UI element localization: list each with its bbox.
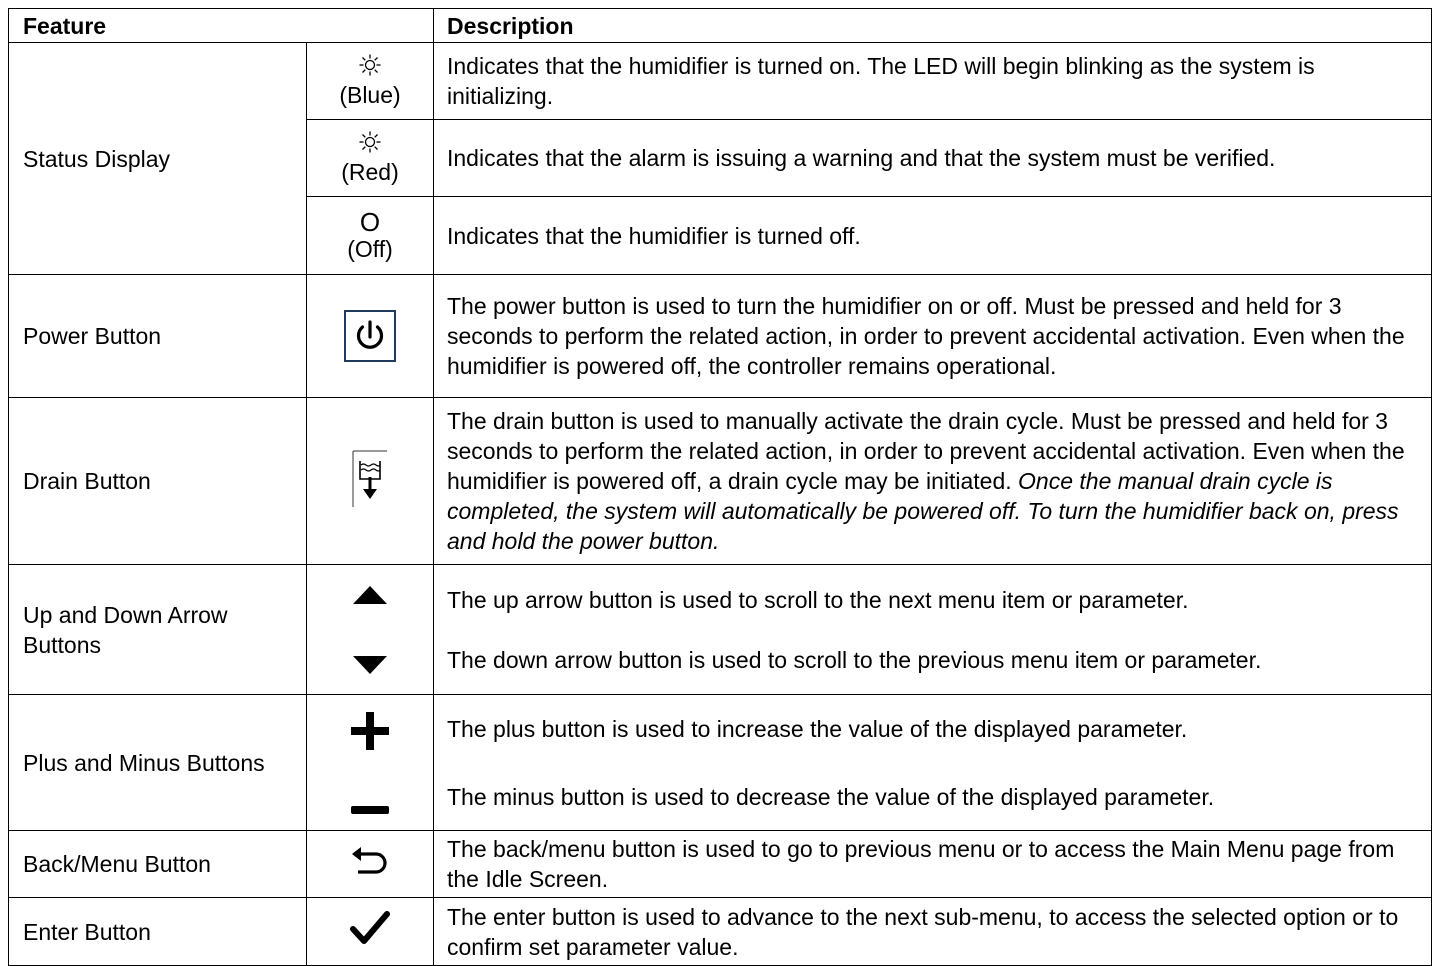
back-row: Back/Menu Button The back/menu button is… — [8, 830, 1432, 898]
minus-icon — [351, 805, 389, 814]
status-blue-cell: (Blue) — [306, 42, 434, 120]
back-icon-cell — [306, 830, 434, 898]
plus-icon — [351, 711, 389, 750]
status-red-cell: (Red) — [306, 119, 434, 197]
power-row: Power Button The power button is used to… — [8, 274, 1432, 398]
status-red-label: (Red) — [341, 158, 399, 185]
status-blue-label: (Blue) — [339, 81, 401, 108]
status-display-label: Status Display — [8, 42, 307, 275]
header-row: Feature Description — [8, 8, 1432, 43]
status-red-description: Indicates that the alarm is issuing a wa… — [433, 119, 1432, 197]
drain-icon-cell — [306, 397, 434, 565]
back-description: The back/menu button is used to go to pr… — [433, 830, 1432, 898]
status-off-label: (Off) — [347, 235, 393, 262]
status-off-cell: O (Off) — [306, 196, 434, 275]
power-description: The power button is used to turn the hum… — [433, 274, 1432, 398]
description-header: Description — [433, 8, 1432, 43]
arrows-label: Up and Down Arrow Buttons — [8, 564, 307, 695]
status-blue-description: Indicates that the humidifier is turned … — [433, 42, 1432, 120]
off-symbol: O — [359, 206, 381, 237]
status-off-description: Indicates that the humidifier is turned … — [433, 196, 1432, 275]
enter-button-label: Enter Button — [8, 897, 307, 966]
back-button-label: Back/Menu Button — [8, 830, 307, 898]
plusminus-label: Plus and Minus Buttons — [8, 694, 307, 831]
feature-table: Feature Description Status Display (Blue… — [8, 8, 1432, 966]
arrows-row: Up and Down Arrow Buttons The up arrow b… — [8, 564, 1432, 695]
minus-description: The minus button is used to decrease the… — [447, 783, 1215, 810]
enter-icon-cell — [306, 897, 434, 966]
plusminus-icon-cell — [306, 694, 434, 831]
plusminus-description-cell: The plus button is used to increase the … — [433, 694, 1432, 831]
triangle-up-icon — [353, 585, 387, 604]
sun-icon-svg — [359, 54, 381, 75]
arrows-spacer — [447, 615, 1425, 645]
enter-description: The enter button is used to advance to t… — [433, 897, 1432, 966]
sun-icon — [307, 131, 433, 158]
sun-icon — [307, 54, 433, 81]
checkmark-icon — [350, 911, 390, 944]
drain-button-label: Drain Button — [8, 397, 307, 565]
drain-description-cell: The drain button is used to manually act… — [433, 397, 1432, 565]
enter-row: Enter Button The enter button is used to… — [8, 897, 1432, 966]
power-button-label: Power Button — [8, 274, 307, 398]
up-description: The up arrow button is used to scroll to… — [447, 586, 1189, 613]
drain-icon — [352, 449, 388, 514]
arrows-description-cell: The up arrow button is used to scroll to… — [433, 564, 1432, 695]
arrows-icon-cell — [306, 564, 434, 695]
power-icon-cell — [306, 274, 434, 398]
power-icon — [344, 310, 396, 362]
drain-icon-svg — [352, 450, 387, 507]
plus-description: The plus button is used to increase the … — [447, 715, 1188, 742]
sun-icon-svg — [359, 131, 381, 152]
triangle-down-icon — [353, 655, 387, 674]
back-arrow-icon — [352, 846, 387, 874]
plusminus-spacer — [447, 744, 1425, 782]
plusminus-row: Plus and Minus Buttons The plus button i… — [8, 694, 1432, 831]
power-icon-svg — [356, 320, 384, 349]
status-row-blue: Status Display (Blue) Indicates that the… — [8, 42, 1432, 275]
down-description: The down arrow button is used to scroll … — [447, 646, 1262, 673]
drain-row: Drain Button The drain button is used to… — [8, 397, 1432, 565]
feature-header: Feature — [8, 8, 434, 43]
